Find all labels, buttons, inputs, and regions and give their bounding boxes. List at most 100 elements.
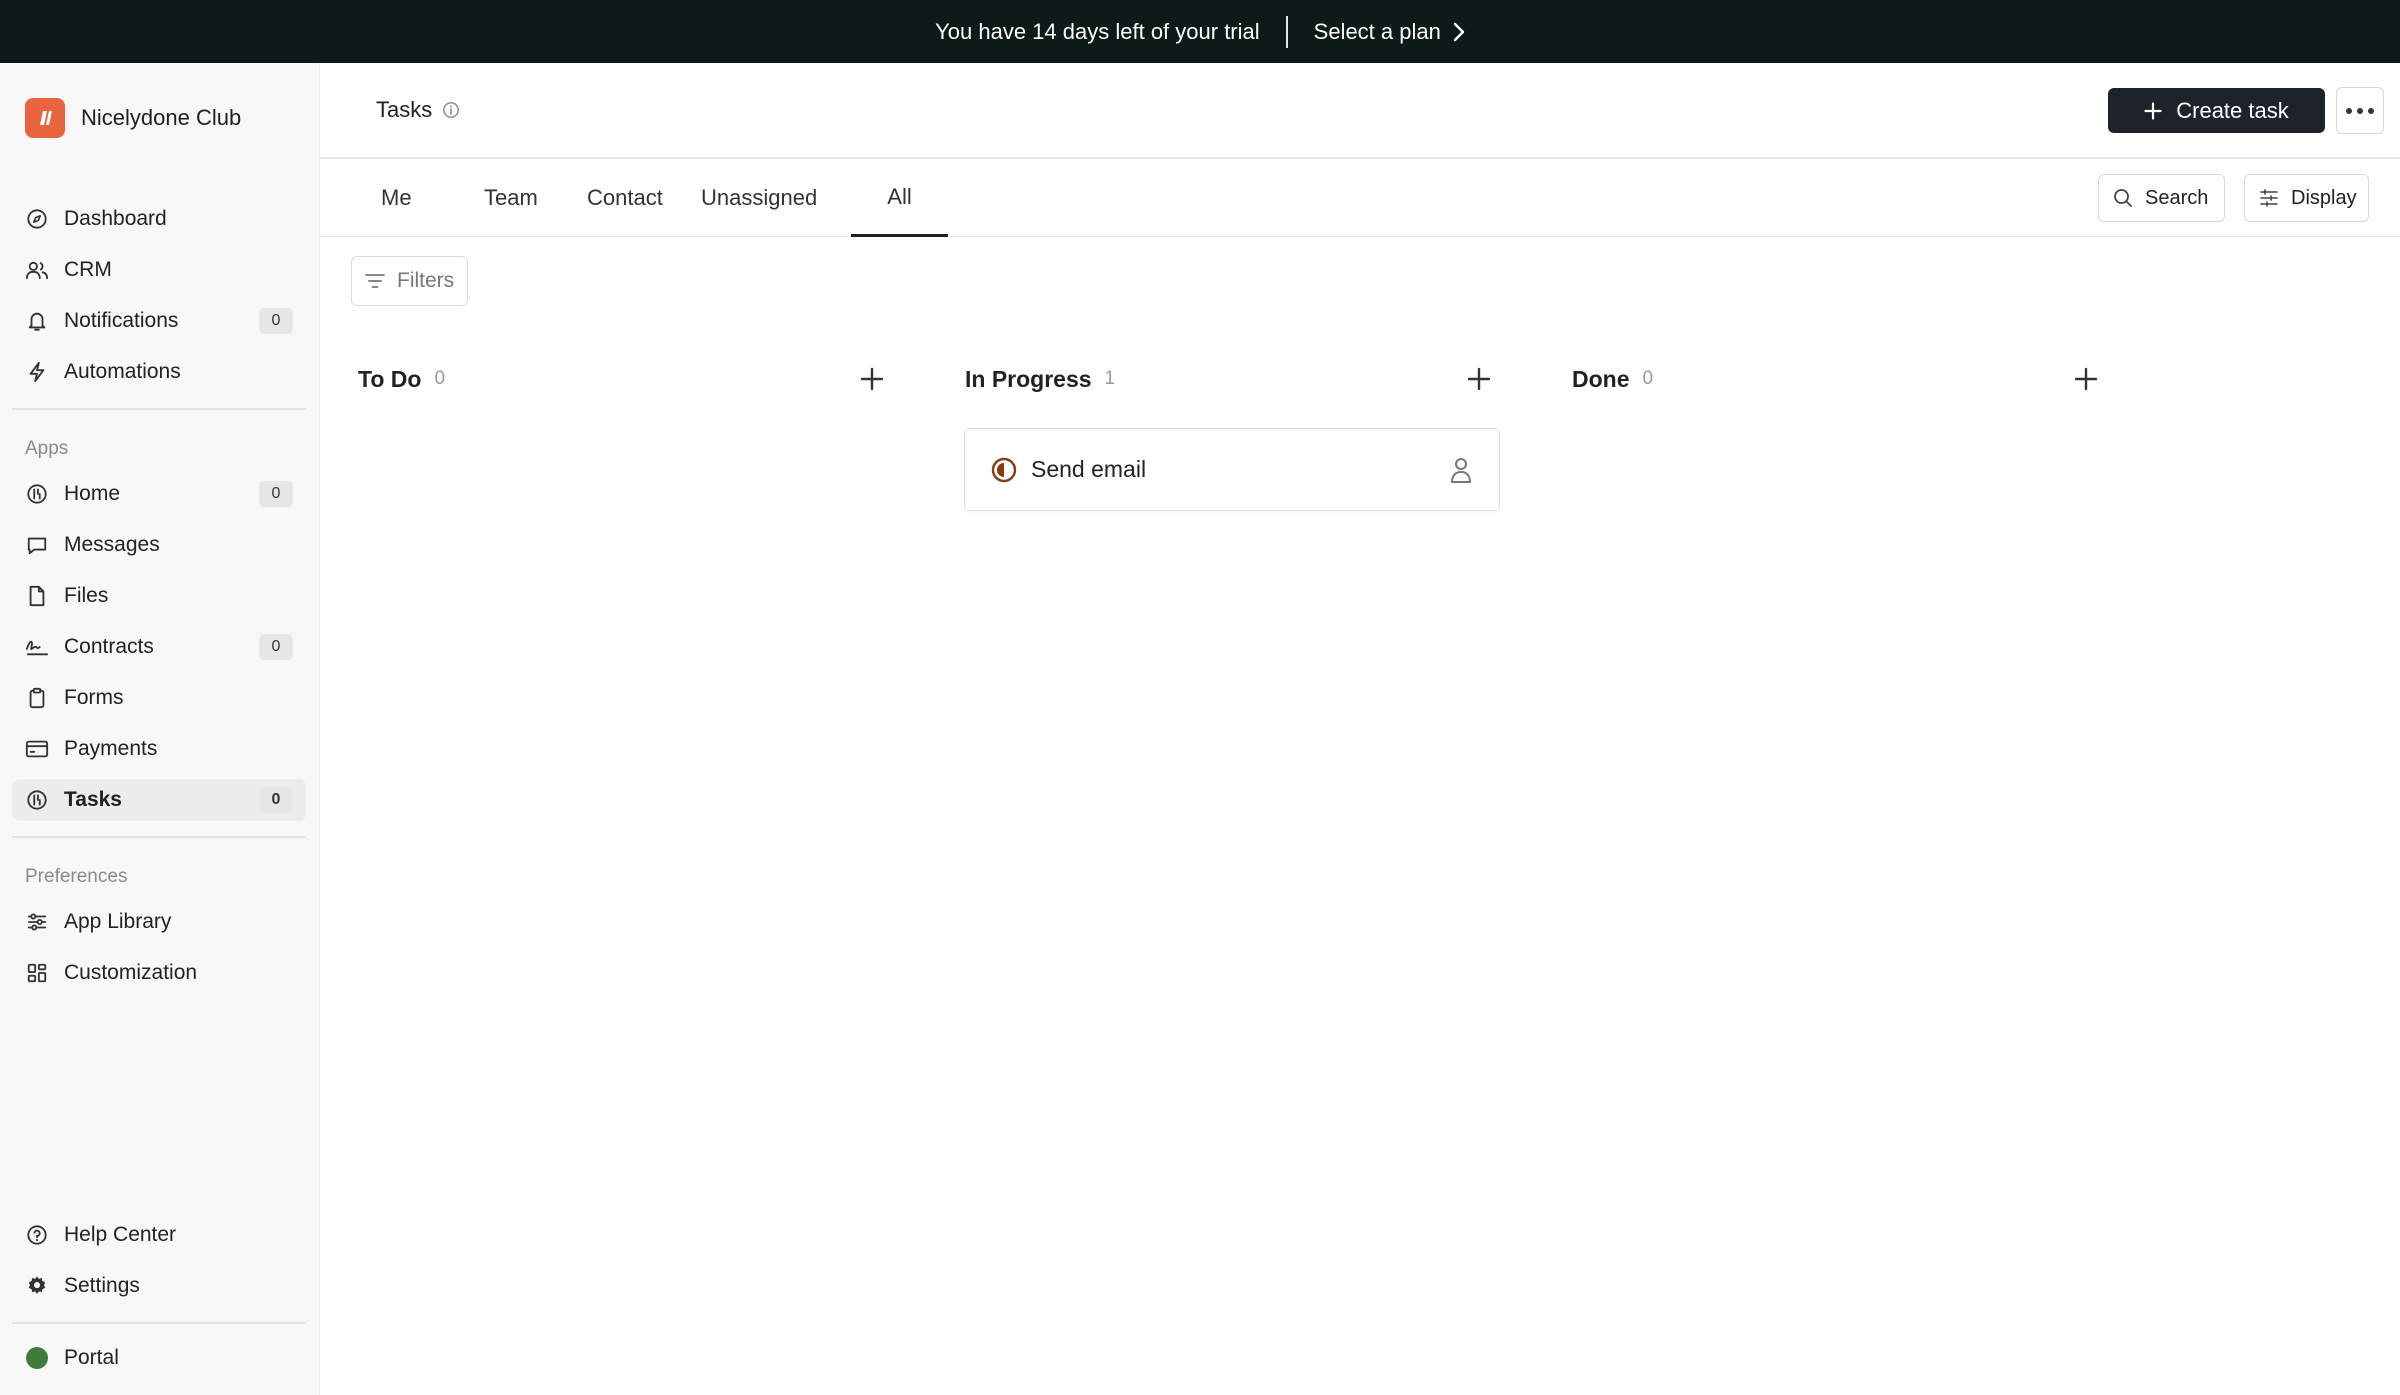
sidebar-item-contracts[interactable]: Contracts 0 [12,626,306,668]
search-button[interactable]: Search [2098,174,2225,222]
sidebar-item-label: CRM [64,258,112,281]
add-task-done-button[interactable] [2071,364,2101,394]
column-title: To Do [358,365,422,392]
task-title: Send email [1031,456,1147,482]
trial-message: You have 14 days left of your trial [935,18,1260,44]
grid-icon [25,961,49,985]
filters-label: Filters [397,269,455,292]
page-header: Tasks Create task [320,63,2400,159]
sidebar-item-automations[interactable]: Automations [12,351,306,393]
brand-logo-icon [25,98,65,138]
tab-me[interactable]: Me [381,159,412,237]
more-horizontal-icon [2345,107,2375,115]
workspace-name: Nicelydone Club [81,105,242,130]
sidebar-item-help-center[interactable]: Help Center [12,1214,306,1256]
sidebar-item-portal[interactable]: Portal [12,1337,306,1379]
sidebar-item-label: Contracts [64,635,154,658]
filter-icon [365,273,385,289]
credit-card-icon [25,737,49,761]
page-title-text: Tasks [376,97,433,122]
sidebar: Nicelydone Club Dashboard CRM Notificati… [0,63,320,1395]
sidebar-item-app-library[interactable]: App Library [12,901,306,943]
display-settings-icon [2259,189,2279,207]
sidebar-item-label: Notifications [64,309,179,332]
sidebar-item-dashboard[interactable]: Dashboard [12,198,306,240]
plus-icon [1467,367,1491,391]
sidebar-item-label: Automations [64,360,181,383]
select-plan-link[interactable]: Select a plan [1314,19,1465,45]
sidebar-item-customization[interactable]: Customization [12,952,306,994]
sidebar-item-label: Customization [64,961,198,984]
sidebar-divider [12,836,306,838]
sidebar-item-forms[interactable]: Forms [12,677,306,719]
page-title: Tasks [376,97,460,123]
tab-all[interactable]: All [851,159,948,237]
sidebar-item-label: Dashboard [64,207,167,230]
sliders-icon [25,910,49,934]
sidebar-item-crm[interactable]: CRM [12,249,306,291]
sidebar-item-label: Portal [64,1346,119,1369]
sidebar-item-payments[interactable]: Payments [12,728,306,770]
workspace-switcher[interactable]: Nicelydone Club [25,98,241,138]
column-header-done: Done 0 [1572,362,1653,396]
sidebar-item-label: Payments [64,737,158,760]
plus-icon [2074,367,2098,391]
users-icon [25,258,49,282]
sidebar-item-label: Settings [64,1274,140,1297]
notifications-count-badge: 0 [259,308,293,334]
select-plan-label: Select a plan [1313,18,1441,44]
plus-icon [2144,101,2162,120]
apps-section-label: Apps [25,438,69,459]
home-app-icon [25,482,49,506]
help-icon [25,1223,49,1247]
sidebar-item-label: Files [64,584,109,607]
assignee-user-icon[interactable] [1449,456,1473,484]
preferences-section-label: Preferences [25,866,128,887]
sidebar-item-label: Forms [64,686,124,709]
column-count: 0 [434,368,446,389]
signature-icon [25,635,49,659]
sidebar-item-label: App Library [64,910,172,933]
sidebar-divider [12,408,306,410]
chevron-right-icon [1453,22,1465,42]
column-header-in-progress: In Progress 1 [965,362,1115,396]
compass-icon [25,207,49,231]
info-icon[interactable] [442,101,460,119]
search-label: Search [2145,186,2209,209]
banner-separator [1285,15,1288,48]
sidebar-item-home[interactable]: Home 0 [12,473,306,515]
tab-team[interactable]: Team [484,159,538,237]
more-options-button[interactable] [2336,87,2384,134]
sidebar-item-files[interactable]: Files [12,575,306,617]
bell-icon [25,309,49,333]
sidebar-item-notifications[interactable]: Notifications 0 [12,300,306,342]
lightning-icon [25,360,49,384]
create-task-button[interactable]: Create task [2108,88,2325,133]
contracts-count-badge: 0 [259,634,293,660]
sidebar-item-settings[interactable]: Settings [12,1265,306,1307]
sidebar-item-messages[interactable]: Messages [12,524,306,566]
portal-status-icon [25,1346,49,1370]
display-button[interactable]: Display [2244,174,2369,222]
tasks-app-icon [25,788,49,812]
filters-button[interactable]: Filters [351,256,468,306]
sidebar-item-label: Home [64,482,121,505]
column-count: 0 [1642,368,1654,389]
add-task-todo-button[interactable] [857,364,887,394]
column-title: Done [1572,365,1630,392]
tab-contact[interactable]: Contact [587,159,663,237]
plus-icon [860,367,884,391]
clipboard-icon [25,686,49,710]
create-task-label: Create task [2176,97,2289,123]
add-task-in-progress-button[interactable] [1464,364,1494,394]
column-title: In Progress [965,365,1092,392]
sidebar-item-label: Help Center [64,1223,177,1246]
tasks-count-badge: 0 [259,787,293,813]
tab-unassigned[interactable]: Unassigned [701,159,817,237]
search-icon [2113,188,2133,208]
sidebar-divider [12,1322,306,1324]
sidebar-item-tasks[interactable]: Tasks 0 [12,779,306,821]
sidebar-item-label: Messages [64,533,160,556]
task-card[interactable]: Send email [964,428,1500,511]
column-header-todo: To Do 0 [358,362,445,396]
